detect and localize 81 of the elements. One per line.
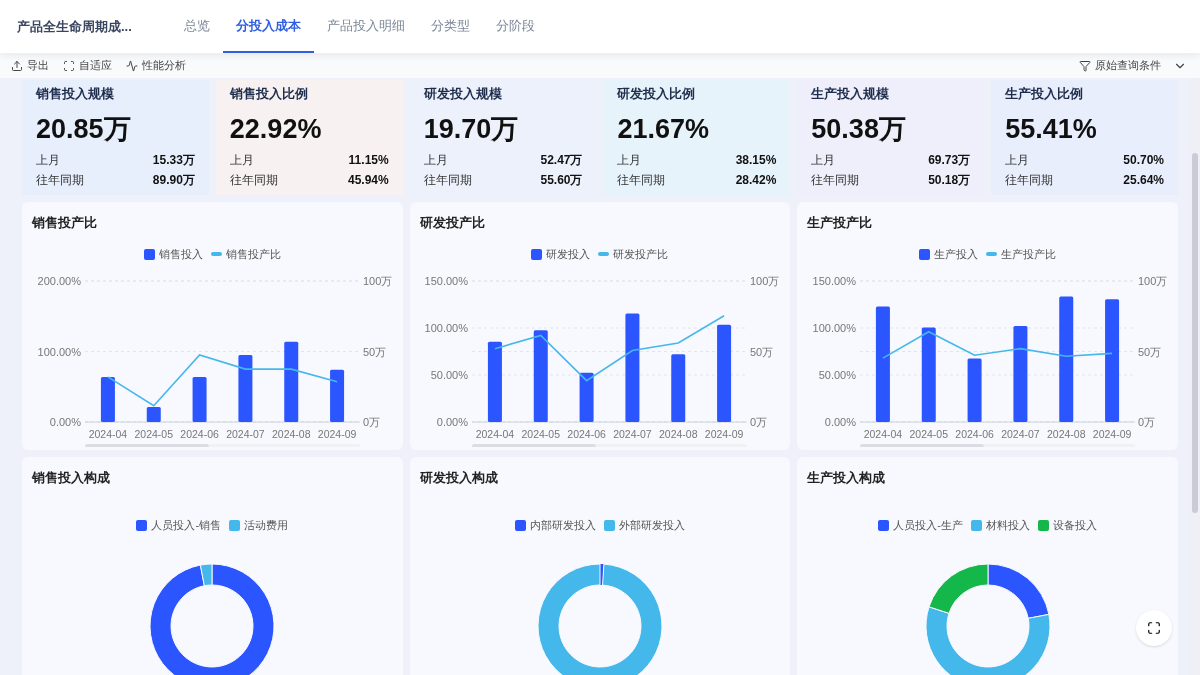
axis-label: 2024-07 bbox=[225, 427, 265, 440]
axis-label: 100万 bbox=[1138, 274, 1168, 287]
kpi-title: 研发投入规模 bbox=[423, 85, 503, 103]
card-title: 销售投入构成 bbox=[32, 470, 110, 485]
axis-label: 50万 bbox=[1138, 345, 1162, 357]
kpi-row-value: 15.33万 bbox=[152, 151, 195, 169]
axis-label: 0.00% bbox=[437, 415, 469, 428]
kpi-row-label: 上月 bbox=[36, 151, 60, 169]
kpi-row-value: 69.73万 bbox=[928, 151, 971, 169]
axis-label: 2024-07 bbox=[1001, 427, 1040, 440]
axis-label: 2024-04 bbox=[863, 427, 903, 440]
axis-label: 50.00% bbox=[818, 368, 857, 381]
kpi-title: 销售投入比例 bbox=[229, 85, 309, 103]
axis-label: 2024-05 bbox=[521, 427, 561, 440]
card-title: 研发投产比 bbox=[419, 215, 485, 230]
kpi-value: 50.38万 bbox=[811, 112, 907, 146]
axis-label: 2024-09 bbox=[705, 427, 744, 440]
axis-label: 2024-04 bbox=[88, 427, 127, 440]
kpi-row-label: 往年同期 bbox=[36, 171, 84, 189]
kpi-row-value: 25.64% bbox=[1123, 171, 1164, 189]
kpi-row-value: 89.90万 bbox=[152, 171, 195, 189]
axis-label: 2024-06 bbox=[180, 427, 219, 440]
kpi-value: 55.41% bbox=[1005, 112, 1098, 146]
axis-label: 2024-09 bbox=[317, 427, 357, 440]
kpi-value: 22.92% bbox=[229, 112, 323, 146]
axis-label: 100.00% bbox=[37, 345, 81, 357]
kpi-row-label: 往年同期 bbox=[1005, 171, 1054, 189]
kpi-value: 19.70万 bbox=[423, 112, 520, 146]
axis-label: 100.00% bbox=[812, 321, 857, 334]
axis-label: 2024-05 bbox=[909, 427, 949, 440]
kpi-row-value: 45.94% bbox=[347, 171, 389, 189]
axis-label: 100万 bbox=[750, 274, 780, 287]
kpi-row-value: 50.70% bbox=[1123, 151, 1164, 169]
axis-label: 0.00% bbox=[49, 415, 81, 428]
axis-label: 2024-04 bbox=[476, 427, 515, 440]
axis-label: 50.00% bbox=[431, 368, 469, 381]
kpi-row-label: 往年同期 bbox=[617, 171, 666, 189]
axis-label: 200.00% bbox=[37, 274, 81, 287]
kpi-row-value: 50.18万 bbox=[928, 171, 971, 189]
axis-label: 2024-06 bbox=[567, 427, 607, 440]
axis-label: 2024-05 bbox=[134, 427, 173, 440]
kpi-row-label: 上月 bbox=[423, 151, 448, 169]
axis-label: 50万 bbox=[750, 345, 774, 357]
kpi-row-label: 上月 bbox=[811, 151, 836, 169]
kpi-row-value: 52.47万 bbox=[540, 151, 583, 169]
axis-label: 100万 bbox=[362, 274, 393, 287]
axis-label: 2024-08 bbox=[1047, 427, 1086, 440]
axis-label: 2024-08 bbox=[271, 427, 311, 440]
axis-label: 150.00% bbox=[812, 274, 857, 287]
axis-label: 2024-09 bbox=[1092, 427, 1132, 440]
kpi-row-label: 往年同期 bbox=[229, 171, 278, 189]
card-title: 生产投入构成 bbox=[807, 470, 886, 485]
kpi-title: 销售投入规模 bbox=[36, 85, 115, 103]
axis-label: 2024-06 bbox=[955, 427, 994, 440]
axis-label: 2024-08 bbox=[659, 427, 698, 440]
kpi-title: 生产投入规模 bbox=[811, 85, 891, 103]
kpi-row-label: 往年同期 bbox=[811, 171, 860, 189]
axis-label: 50万 bbox=[362, 345, 387, 357]
axis-label: 0万 bbox=[362, 415, 380, 428]
kpi-row-value: 55.60万 bbox=[540, 171, 583, 189]
page-title: 产品全生命周期成... bbox=[17, 17, 133, 36]
kpi-row-value: 28.42% bbox=[735, 171, 777, 189]
kpi-value: 21.67% bbox=[617, 112, 711, 146]
axis-label: 150.00% bbox=[425, 274, 469, 287]
axis-label: 2024-07 bbox=[613, 427, 653, 440]
axis-label: 100.00% bbox=[425, 321, 469, 334]
kpi-row-value: 11.15% bbox=[348, 151, 389, 169]
card-title: 研发投入构成 bbox=[419, 470, 498, 485]
kpi-row-label: 上月 bbox=[617, 151, 642, 169]
kpi-row-label: 往年同期 bbox=[423, 171, 472, 189]
kpi-row-label: 上月 bbox=[229, 151, 254, 169]
kpi-row-label: 上月 bbox=[1005, 151, 1030, 169]
kpi-value: 20.85万 bbox=[36, 112, 132, 146]
kpi-title: 研发投入比例 bbox=[617, 85, 697, 103]
kpi-title: 生产投入比例 bbox=[1005, 85, 1085, 103]
card-title: 生产投产比 bbox=[807, 215, 873, 230]
axis-label: 0万 bbox=[1138, 415, 1156, 428]
kpi-row-value: 38.15% bbox=[735, 151, 777, 169]
axis-label: 0.00% bbox=[824, 415, 857, 428]
axis-label: 0万 bbox=[750, 415, 768, 428]
card-title: 销售投产比 bbox=[32, 215, 97, 230]
